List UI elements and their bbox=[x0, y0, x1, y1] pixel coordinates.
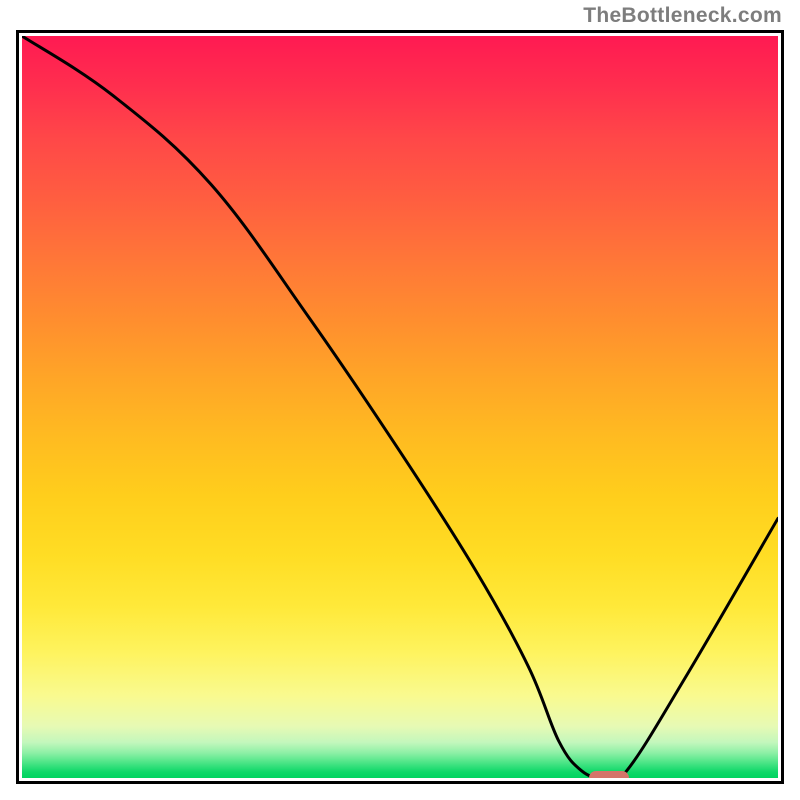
plot-frame bbox=[16, 30, 784, 784]
plot-area bbox=[22, 36, 778, 778]
current-position-marker bbox=[589, 771, 629, 778]
watermark-text: TheBottleneck.com bbox=[583, 4, 782, 28]
bottleneck-curve bbox=[22, 36, 778, 778]
